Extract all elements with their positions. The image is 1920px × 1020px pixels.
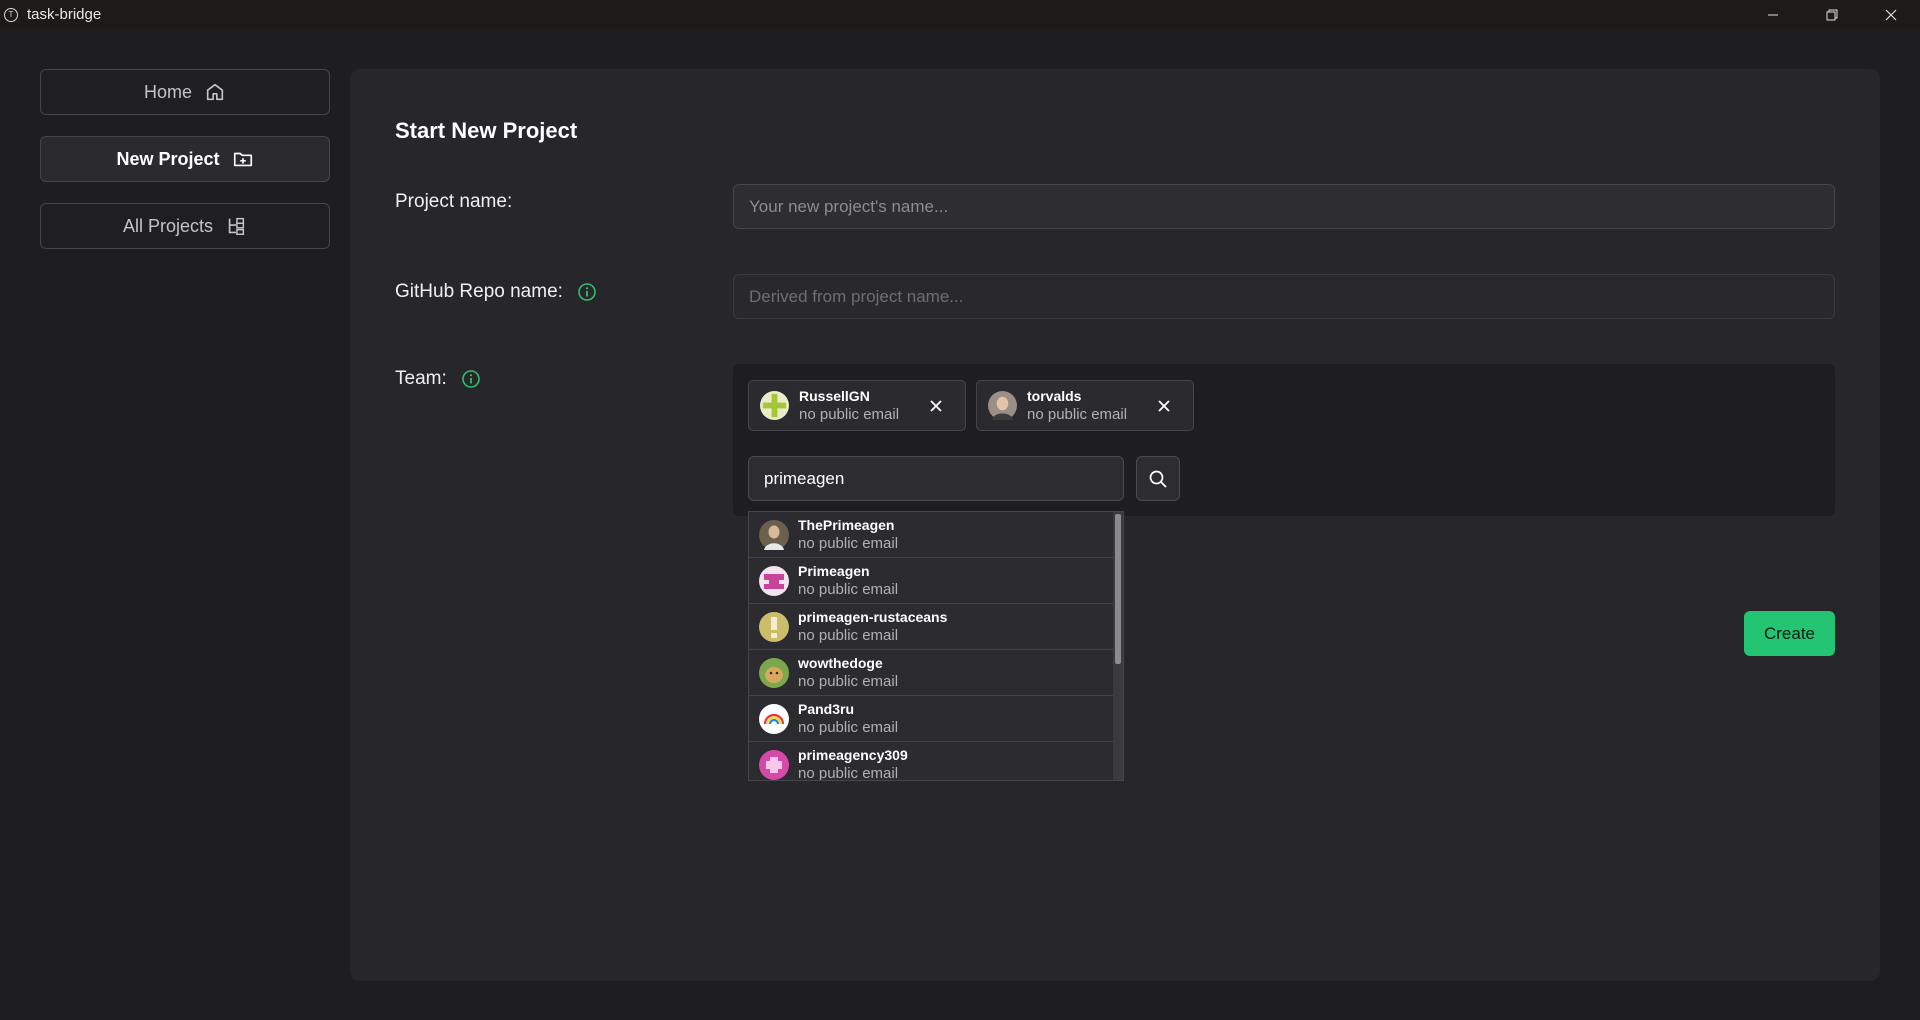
minimize-button[interactable] xyxy=(1743,0,1802,29)
info-icon[interactable] xyxy=(577,282,597,302)
create-button[interactable]: Create xyxy=(1744,611,1835,656)
window-controls xyxy=(1743,0,1920,29)
restore-button[interactable] xyxy=(1802,0,1861,29)
result-name: primeagency309 xyxy=(798,747,908,763)
title-bar: T task-bridge xyxy=(0,0,1920,29)
project-name-input[interactable]: Your new project's name... xyxy=(733,184,1835,229)
result-name: Pand3ru xyxy=(798,701,855,717)
search-result-item[interactable]: wowthedoge no public email xyxy=(749,650,1113,696)
sidebar-item-label: Home xyxy=(143,81,192,102)
home-icon xyxy=(206,83,224,101)
search-result-item[interactable]: Pand3ru no public email xyxy=(749,696,1113,742)
folder-plus-icon xyxy=(233,152,252,167)
sidebar-item-label: All Projects xyxy=(122,215,214,236)
team-search-input[interactable]: primeagen xyxy=(748,456,1124,501)
avatar xyxy=(759,657,789,688)
remove-member-icon[interactable] xyxy=(925,395,947,417)
search-button[interactable] xyxy=(1136,456,1180,501)
close-icon xyxy=(1885,9,1896,20)
tree-icon xyxy=(228,217,245,235)
result-email: no public email xyxy=(798,627,899,644)
sidebar-item-new-project[interactable]: New Project xyxy=(40,136,330,182)
dropdown-scrollbar[interactable] xyxy=(1113,512,1123,780)
avatar xyxy=(759,565,789,596)
minimize-icon xyxy=(1767,14,1778,15)
team-member-chip: torvalds no public email xyxy=(976,380,1194,431)
result-email: no public email xyxy=(798,673,899,690)
member-name: torvalds xyxy=(1027,387,1082,404)
avatar xyxy=(759,749,789,780)
result-name: ThePrimeagen xyxy=(798,517,895,533)
page-title: Start New Project xyxy=(395,118,578,143)
search-result-item[interactable]: ThePrimeagen no public email xyxy=(749,512,1113,558)
search-result-item[interactable]: Primeagen no public email xyxy=(749,558,1113,604)
app-logo-icon: T xyxy=(4,7,18,22)
project-name-label: Project name: xyxy=(395,191,513,212)
result-email: no public email xyxy=(798,719,899,736)
avatar xyxy=(759,703,789,734)
avatar xyxy=(759,519,789,550)
result-email: no public email xyxy=(798,535,899,552)
member-email: no public email xyxy=(1027,405,1128,423)
result-email: no public email xyxy=(798,581,899,598)
result-email: no public email xyxy=(798,765,899,781)
team-label: Team: xyxy=(395,368,481,390)
remove-member-icon[interactable] xyxy=(1153,395,1175,417)
avatar xyxy=(759,611,789,642)
sidebar-item-label: New Project xyxy=(116,148,220,169)
result-name: wowthedoge xyxy=(798,655,883,671)
result-name: Primeagen xyxy=(798,563,870,579)
team-member-chip: RussellGN no public email xyxy=(748,380,966,431)
repo-name-label: GitHub Repo name: xyxy=(395,281,597,303)
sidebar-item-home[interactable]: Home xyxy=(40,69,330,115)
member-name: RussellGN xyxy=(799,387,870,404)
scrollbar-thumb[interactable] xyxy=(1115,514,1121,664)
repo-name-input[interactable]: Derived from project name... xyxy=(733,274,1835,319)
window-title: task-bridge xyxy=(27,6,102,23)
avatar xyxy=(988,391,1017,420)
close-window-button[interactable] xyxy=(1861,0,1920,29)
sidebar-item-all-projects[interactable]: All Projects xyxy=(40,203,330,249)
search-result-item[interactable]: primeagen-rustaceans no public email xyxy=(749,604,1113,650)
restore-icon xyxy=(1826,9,1837,20)
avatar xyxy=(760,391,789,420)
result-name: primeagen-rustaceans xyxy=(798,609,948,625)
search-results-dropdown: ThePrimeagen no public email Primeagen n… xyxy=(748,511,1124,781)
member-email: no public email xyxy=(799,405,900,423)
info-icon[interactable] xyxy=(461,369,481,389)
search-result-item[interactable]: primeagency309 no public email xyxy=(749,742,1113,781)
search-icon xyxy=(1149,470,1167,488)
